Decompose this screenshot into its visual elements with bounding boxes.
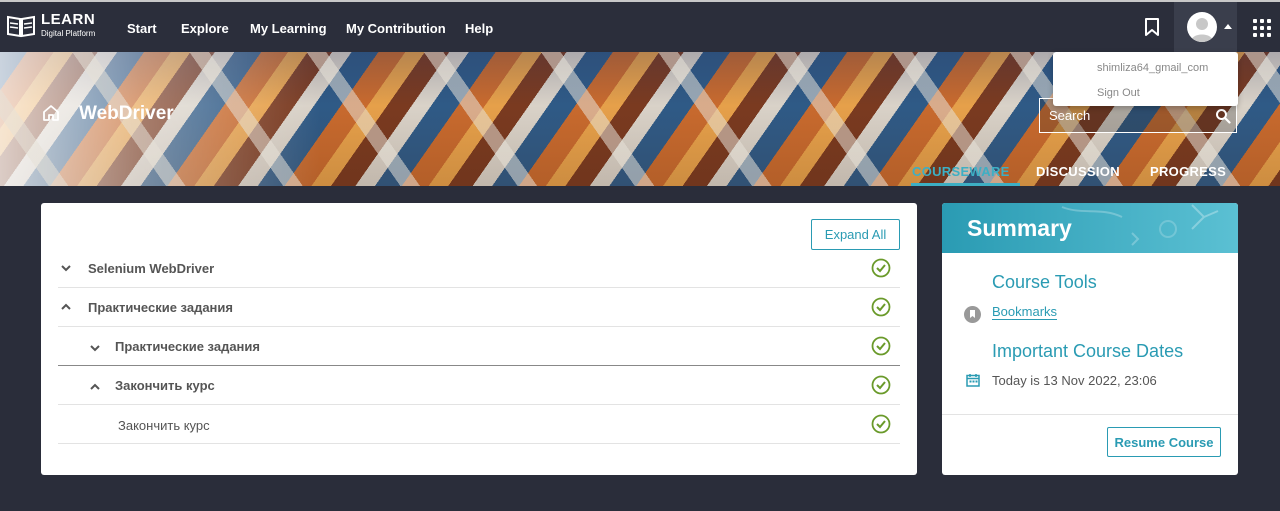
summary-panel: Summary Course Tools Bookmarks Important… <box>942 203 1238 475</box>
outline-row-label: Закончить курс <box>115 378 215 393</box>
check-circle-icon <box>871 297 891 317</box>
courseware-panel: Expand All Selenium WebDriver Практическ… <box>41 203 917 475</box>
tab-progress[interactable]: PROGRESS <box>1150 164 1226 179</box>
calendar-icon <box>966 374 980 387</box>
top-navbar: LEARN Digital Platform Start Explore My … <box>0 0 1280 52</box>
user-dropdown: shimliza64_gmail_com Sign Out <box>1053 52 1238 106</box>
check-circle-icon <box>871 375 891 395</box>
chevron-down-icon[interactable] <box>89 342 101 354</box>
expand-all-button[interactable]: Expand All <box>811 219 900 250</box>
outline-row[interactable]: Selenium WebDriver <box>58 249 900 288</box>
bookmark-icon[interactable] <box>1143 17 1161 37</box>
outline-row[interactable]: Закончить курс <box>58 366 900 405</box>
home-icon[interactable] <box>42 104 60 122</box>
chevron-up-icon[interactable] <box>60 301 72 313</box>
summary-title: Summary <box>967 215 1072 241</box>
user-email: shimliza64_gmail_com <box>1097 62 1209 74</box>
search-icon[interactable] <box>1215 108 1231 124</box>
apps-grid-icon[interactable] <box>1253 19 1273 39</box>
tab-discussion[interactable]: DISCUSSION <box>1036 164 1120 179</box>
avatar <box>1187 12 1217 42</box>
chevron-down-icon[interactable] <box>60 262 72 274</box>
course-title: WebDriver <box>79 103 174 124</box>
resume-course-button[interactable]: Resume Course <box>1107 427 1221 457</box>
check-circle-icon <box>871 258 891 278</box>
divider <box>942 414 1238 415</box>
caret-up-icon <box>1224 24 1232 29</box>
today-date: Today is 13 Nov 2022, 23:06 <box>992 373 1157 388</box>
outline-row[interactable]: Практические задания <box>58 288 900 327</box>
logo-title: LEARN <box>41 11 96 28</box>
active-tab-indicator <box>911 183 1020 186</box>
nav-link-my-contribution[interactable]: My Contribution <box>346 21 446 36</box>
logo-subtitle: Digital Platform <box>41 29 96 38</box>
user-icon <box>1191 18 1213 42</box>
outline-row-label[interactable]: Закончить курс <box>118 418 210 433</box>
important-dates-heading: Important Course Dates <box>992 341 1184 361</box>
bookmarks-link[interactable]: Bookmarks <box>992 304 1058 320</box>
tab-courseware[interactable]: COURSEWARE <box>912 164 1010 179</box>
nav-link-help[interactable]: Help <box>465 21 493 36</box>
outline-row-label: Практические задания <box>88 300 233 315</box>
outline-row-label: Практические задания <box>115 339 260 354</box>
nav-link-explore[interactable]: Explore <box>181 21 229 36</box>
sign-out-link[interactable]: Sign Out <box>1097 87 1140 99</box>
nav-link-my-learning[interactable]: My Learning <box>250 21 327 36</box>
outline-row[interactable]: Практические задания <box>58 327 900 366</box>
check-circle-icon <box>871 414 891 434</box>
bookmark-icon <box>964 306 981 323</box>
book-icon <box>7 15 35 37</box>
summary-header: Summary <box>942 203 1238 253</box>
logo[interactable]: LEARN Digital Platform <box>6 12 95 39</box>
outline-row[interactable]: Закончить курс <box>58 405 900 444</box>
user-menu-toggle[interactable] <box>1174 2 1237 52</box>
check-circle-icon <box>871 336 891 356</box>
nav-link-start[interactable]: Start <box>127 21 157 36</box>
outline-row-label: Selenium WebDriver <box>88 261 215 276</box>
course-tools-heading: Course Tools <box>992 272 1097 292</box>
chevron-up-icon[interactable] <box>89 381 101 393</box>
